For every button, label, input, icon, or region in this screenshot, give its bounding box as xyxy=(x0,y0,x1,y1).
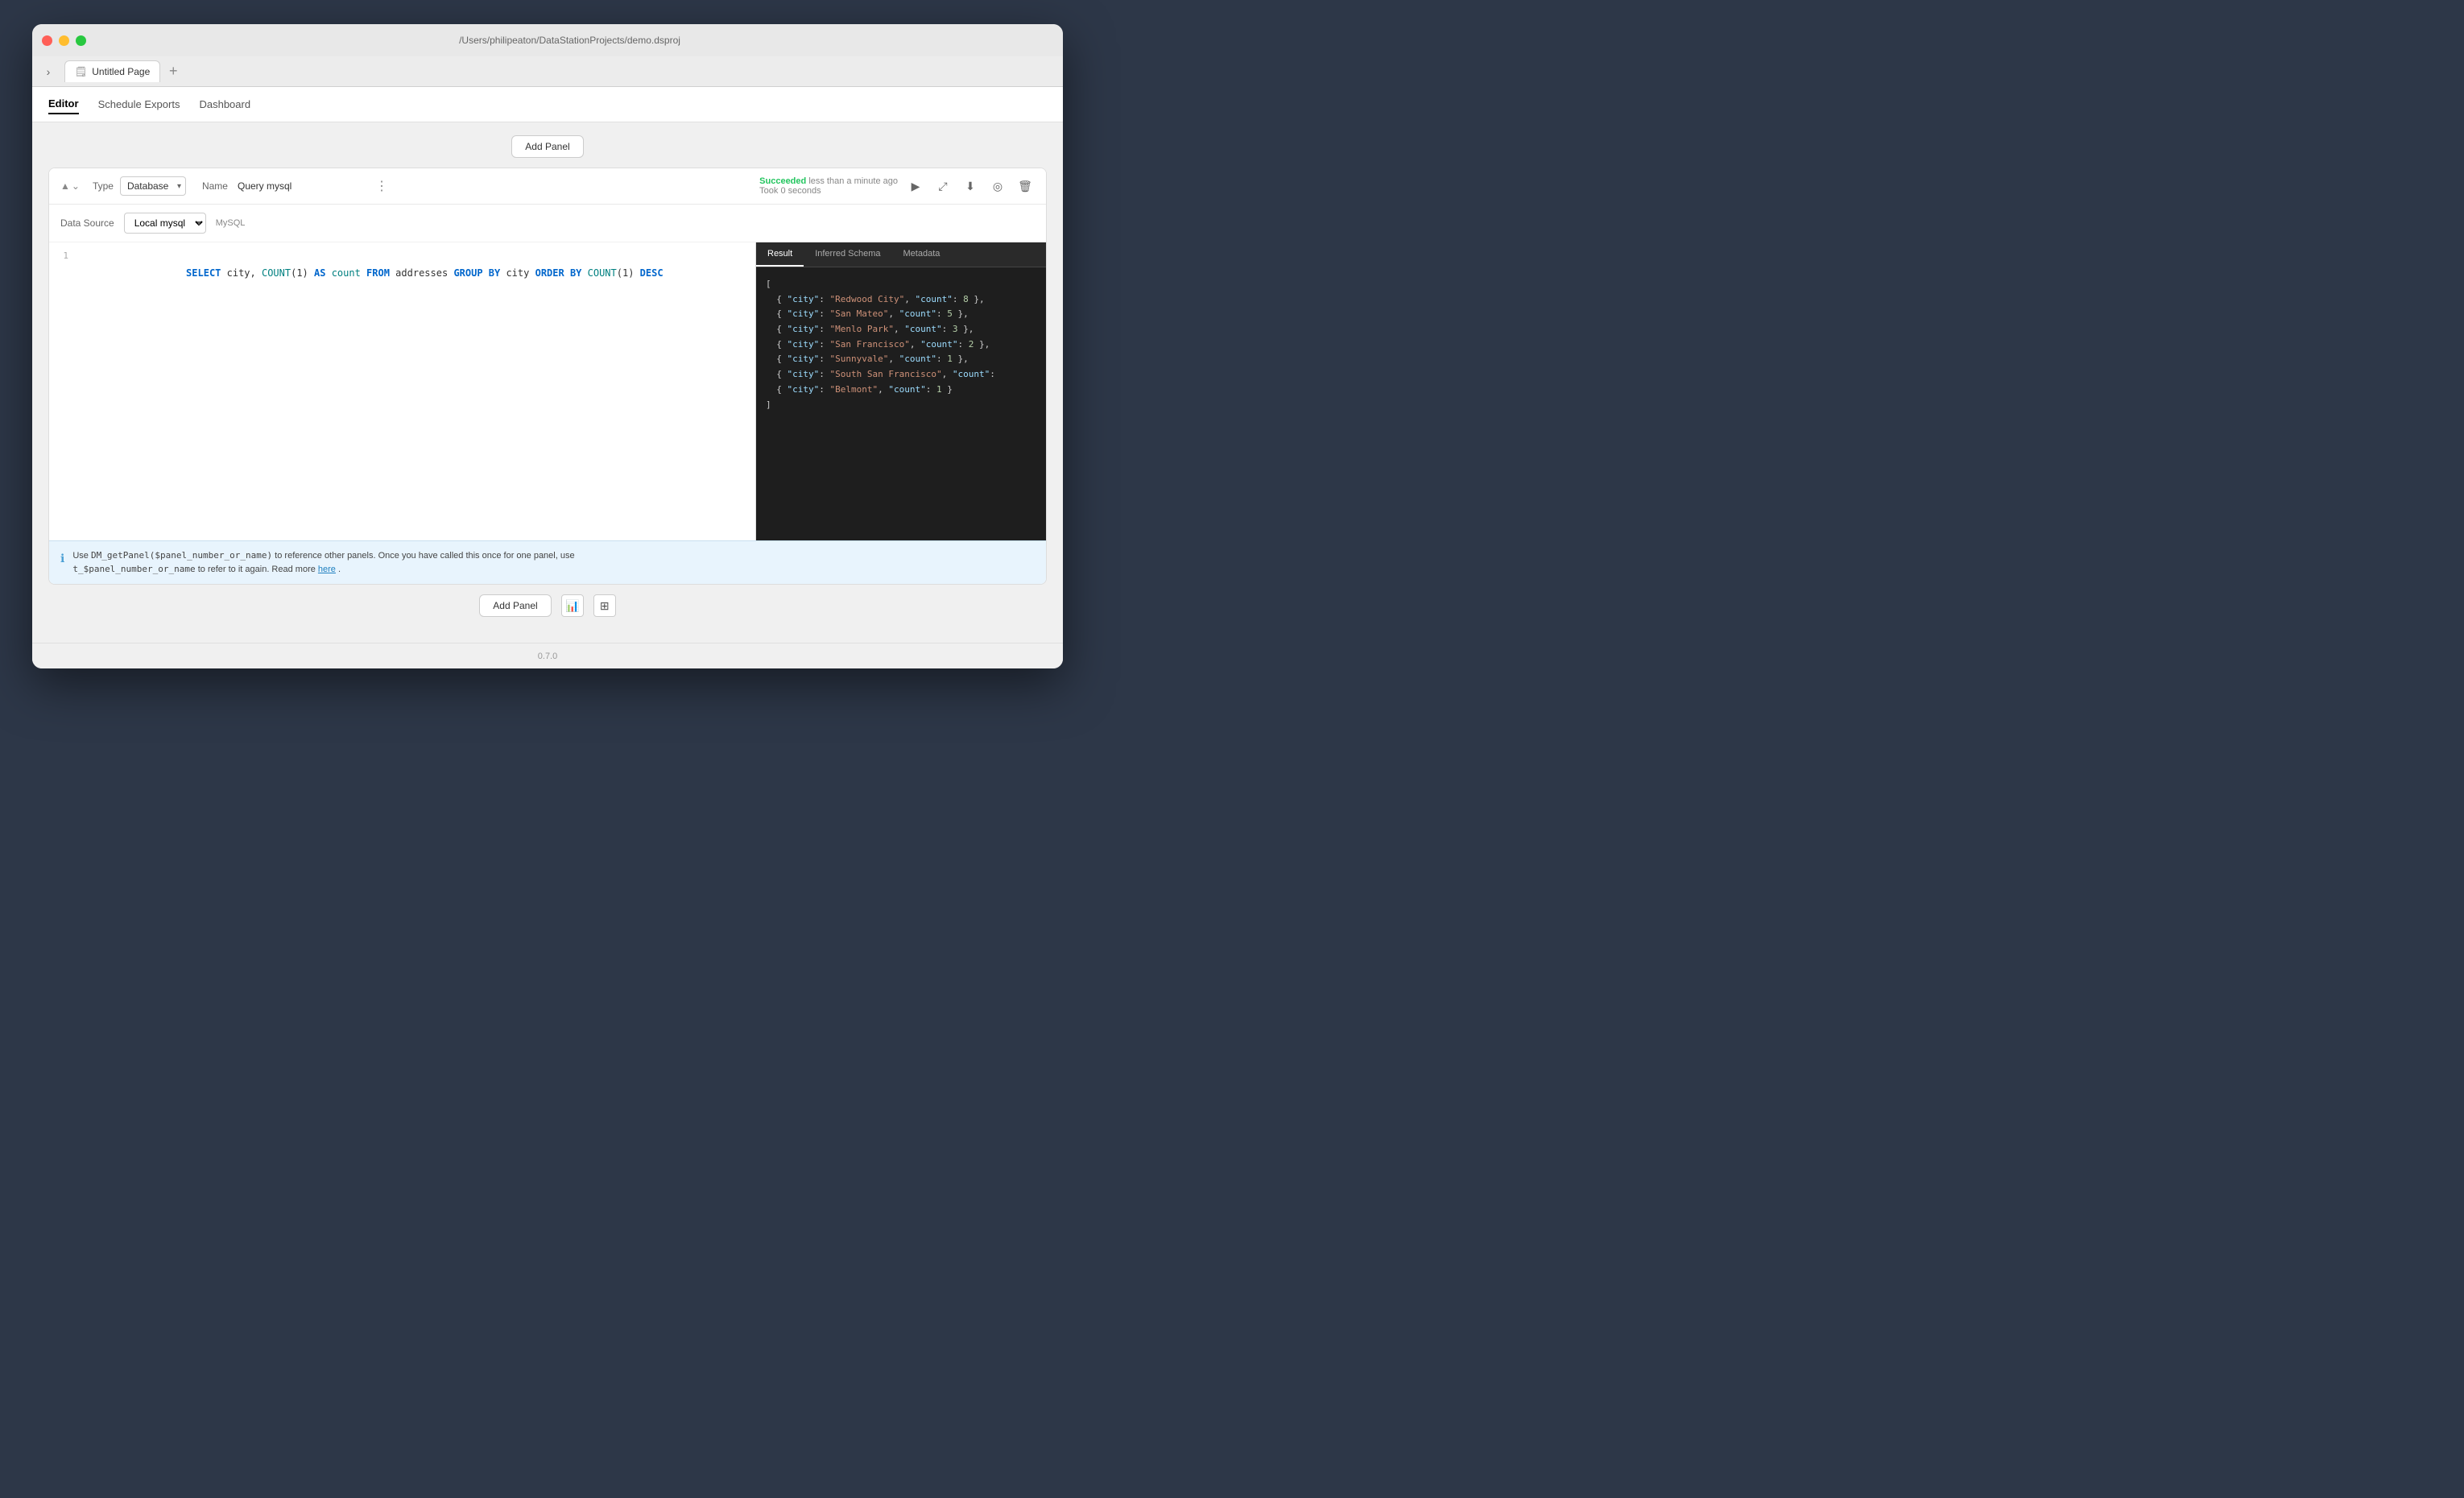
name-input[interactable] xyxy=(234,179,366,194)
minimize-button[interactable] xyxy=(59,35,69,46)
new-tab-button[interactable]: + xyxy=(163,62,183,81)
top-add-panel-row: Add Panel xyxy=(48,135,1047,158)
titlebar: /Users/philipeaton/DataStationProjects/d… xyxy=(32,24,1063,56)
line-number-1: 1 xyxy=(49,249,75,261)
panel-main: 1 SELECT city, COUNT(1) AS count FROM ad… xyxy=(49,242,1046,540)
version-label: 0.7.0 xyxy=(538,652,557,661)
tab-label: Untitled Page xyxy=(92,66,150,77)
page-icon: 🗒 xyxy=(75,66,87,77)
run-button[interactable]: ▶ xyxy=(906,176,925,196)
navbar: Editor Schedule Exports Dashboard xyxy=(32,87,1063,122)
collapse-button[interactable]: ▲ ⌄ xyxy=(60,180,80,192)
sidebar-toggle[interactable]: › xyxy=(39,62,58,81)
collapse-icon: ▲ xyxy=(60,180,70,192)
toggle-result-button[interactable]: ◎ xyxy=(988,176,1007,196)
window-title: /Users/philipeaton/DataStationProjects/d… xyxy=(86,35,1053,46)
code-line-1: 1 SELECT city, COUNT(1) AS count FROM ad… xyxy=(49,249,755,299)
type-label: Type xyxy=(93,180,114,192)
datasource-select[interactable]: Local mysql xyxy=(124,213,206,234)
expand-button[interactable]: ⤢ xyxy=(933,176,953,196)
table-icon-button[interactable]: ⊞ xyxy=(593,594,616,617)
datasource-label: Data Source xyxy=(60,217,114,229)
code-editor[interactable]: 1 SELECT city, COUNT(1) AS count FROM ad… xyxy=(49,242,756,540)
maximize-button[interactable] xyxy=(76,35,86,46)
info-text: Use DM_getPanel($panel_number_or_name) t… xyxy=(72,549,574,576)
datasource-select-wrapper: Local mysql xyxy=(124,213,206,234)
code-area: 1 SELECT city, COUNT(1) AS count FROM ad… xyxy=(49,242,755,305)
nav-dashboard[interactable]: Dashboard xyxy=(199,95,250,114)
panel-header: ▲ ⌄ Type Database Name ⋮ Succeeded less … xyxy=(49,168,1046,205)
delete-button[interactable]: 🗑 xyxy=(1015,176,1035,196)
result-tab-result[interactable]: Result xyxy=(756,242,804,267)
result-tab-inferred-schema[interactable]: Inferred Schema xyxy=(804,242,891,267)
name-label: Name xyxy=(202,180,228,192)
type-select-wrapper: Database xyxy=(120,176,186,196)
status-text: Succeeded less than a minute ago Took 0 … xyxy=(759,176,898,196)
code-content-1: SELECT city, COUNT(1) AS count FROM addr… xyxy=(75,249,755,299)
tabbar: › 🗒 Untitled Page + xyxy=(32,56,1063,87)
type-select[interactable]: Database xyxy=(120,176,186,196)
status-detail: less than a minute ago xyxy=(808,176,898,186)
nav-schedule-exports[interactable]: Schedule Exports xyxy=(98,95,180,114)
result-content: [ { "city": "Redwood City", "count": 8 }… xyxy=(756,267,1046,540)
info-bar: ℹ Use DM_getPanel($panel_number_or_name)… xyxy=(49,540,1046,584)
main-window: /Users/philipeaton/DataStationProjects/d… xyxy=(32,24,1063,668)
content-area: Add Panel ▲ ⌄ Type Database Name ⋮ xyxy=(32,122,1063,643)
status-succeeded: Succeeded xyxy=(759,176,806,186)
footer: 0.7.0 xyxy=(32,643,1063,668)
info-link[interactable]: here xyxy=(318,565,336,574)
datasource-type: MySQL xyxy=(216,218,246,228)
panel-body: Data Source Local mysql MySQL 1 xyxy=(49,205,1046,584)
collapse-chevron: ⌄ xyxy=(72,180,80,192)
bottom-add-panel-button[interactable]: Add Panel xyxy=(479,594,551,617)
top-add-panel-button[interactable]: Add Panel xyxy=(511,135,583,158)
result-tabs: Result Inferred Schema Metadata xyxy=(756,242,1046,267)
panel-header-right: Succeeded less than a minute ago Took 0 … xyxy=(759,176,1035,196)
datasource-row: Data Source Local mysql MySQL xyxy=(49,205,1046,242)
page-tab[interactable]: 🗒 Untitled Page xyxy=(64,60,160,82)
chart-icon-button[interactable]: 📊 xyxy=(561,594,584,617)
traffic-lights xyxy=(42,35,86,46)
close-button[interactable] xyxy=(42,35,52,46)
info-icon: ℹ xyxy=(60,550,64,567)
bottom-add-panel-row: Add Panel 📊 ⊞ xyxy=(48,594,1047,617)
download-button[interactable]: ⬇ xyxy=(961,176,980,196)
nav-editor[interactable]: Editor xyxy=(48,94,79,114)
panel-menu-button[interactable]: ⋮ xyxy=(375,178,388,194)
result-panel: Result Inferred Schema Metadata [ { "cit… xyxy=(756,242,1046,540)
status-took: Took 0 seconds xyxy=(759,186,821,196)
result-tab-metadata[interactable]: Metadata xyxy=(892,242,952,267)
query-panel: ▲ ⌄ Type Database Name ⋮ Succeeded less … xyxy=(48,168,1047,585)
